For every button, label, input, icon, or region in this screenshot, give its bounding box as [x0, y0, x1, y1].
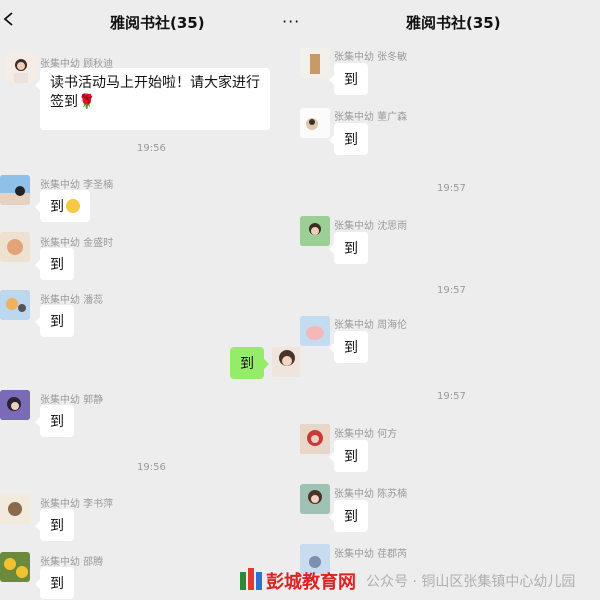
message-text: 到	[50, 257, 64, 273]
sender-name: 张集中幼 李圣楠	[40, 180, 114, 191]
message-bubble[interactable]: 到	[35, 190, 90, 222]
message-text: 签到	[50, 94, 78, 110]
sender-name: 张集中幼 张冬敏	[334, 52, 408, 63]
message-bubble[interactable]: 到	[329, 232, 368, 264]
message-text: 到	[50, 314, 64, 330]
timestamp: 19:57	[437, 285, 466, 296]
avatar[interactable]	[300, 424, 330, 454]
sender-name: 张集中幼 荏郡芮	[334, 549, 408, 560]
timestamp: 19:56	[137, 462, 166, 473]
timestamp: 19:56	[137, 143, 166, 154]
message-bubble[interactable]: 到	[329, 63, 368, 95]
message-bubble[interactable]: 到	[329, 440, 368, 472]
avatar[interactable]	[300, 108, 330, 138]
self-message-bubble[interactable]: 到	[230, 347, 269, 379]
more-dots-icon[interactable]: ···	[282, 12, 300, 31]
message-bubble[interactable]: 到	[329, 331, 368, 363]
message-text: 到	[240, 356, 254, 372]
avatar[interactable]	[300, 484, 330, 514]
timestamp: 19:57	[437, 391, 466, 402]
chat-header: 雅阅书社(35)	[300, 0, 600, 44]
avatar[interactable]	[0, 290, 30, 320]
message-text: 到	[344, 132, 358, 148]
right-chat-panel: 雅阅书社(35) 张集中幼 张冬敏 到 张集中幼 董广森 到 19:57 张集中…	[300, 0, 600, 600]
message-bubble[interactable]: 到	[329, 123, 368, 155]
watermark: 彭城教育网 公众号 · 铜山区张集镇中心幼儿园	[240, 562, 575, 600]
avatar[interactable]	[0, 175, 30, 205]
message-bubble[interactable]: 到	[35, 305, 74, 337]
message-text: 到	[50, 576, 64, 592]
message-bubble[interactable]: 到	[35, 567, 74, 599]
sender-name: 张集中幼 潘蕊	[40, 295, 104, 306]
watermark-text: 公众号 · 铜山区张集镇中心幼儿园	[366, 574, 576, 590]
avatar[interactable]	[0, 552, 30, 582]
avatar[interactable]	[300, 316, 330, 346]
chat-title: 雅阅书社(35)	[110, 14, 205, 32]
left-chat-panel: 雅阅书社(35) ··· 张集中幼 顾秋迪 读书活动马上开始啦！请大家进行 签到…	[0, 0, 300, 600]
message-bubble[interactable]: 到	[35, 405, 74, 437]
avatar[interactable]	[6, 53, 36, 83]
message-text: 到	[344, 72, 358, 88]
message-bubble[interactable]: 读书活动马上开始啦！请大家进行 签到🌹	[35, 68, 270, 130]
message-text: 到	[50, 518, 64, 534]
avatar[interactable]	[0, 390, 30, 420]
sender-name: 张集中幼 李书萍	[40, 499, 114, 510]
message-text: 读书活动马上开始啦！请大家进行	[50, 75, 260, 91]
chat-title: 雅阅书社(35)	[406, 14, 501, 32]
timestamp: 19:57	[437, 183, 466, 194]
message-bubble[interactable]: 到	[35, 248, 74, 280]
book-logo-icon	[240, 568, 262, 590]
watermark-logo-text: 彭城教育网	[266, 572, 356, 593]
message-bubble[interactable]: 到	[35, 509, 74, 541]
sender-name: 张集中幼 郭静	[40, 395, 104, 406]
self-avatar[interactable]	[272, 347, 300, 377]
avatar[interactable]	[300, 216, 330, 246]
sender-name: 张集中幼 邵腾	[40, 557, 104, 568]
avatar[interactable]	[300, 48, 330, 78]
message-text: 到	[344, 509, 358, 525]
sender-name: 张集中幼 沈思雨	[334, 221, 408, 232]
avatar[interactable]	[0, 494, 30, 524]
back-arrow-icon[interactable]	[2, 12, 16, 26]
avatar[interactable]	[0, 232, 30, 262]
message-text: 到	[50, 414, 64, 430]
message-text: 到	[344, 241, 358, 257]
chat-header: 雅阅书社(35) ···	[0, 0, 300, 44]
message-text: 到	[344, 340, 358, 356]
smile-emoji-icon	[66, 199, 80, 213]
message-text: 到	[50, 199, 64, 215]
message-bubble[interactable]: 到	[329, 500, 368, 532]
message-text: 到	[344, 449, 358, 465]
sender-name: 张集中幼 陈苏楠	[334, 489, 408, 500]
sender-name: 张集中幼 金盛时	[40, 238, 114, 249]
rose-emoji-icon: 🌹	[78, 94, 96, 110]
sender-name: 张集中幼 何方	[334, 429, 398, 440]
sender-name: 张集中幼 周海伦	[334, 320, 408, 331]
sender-name: 张集中幼 董广森	[334, 112, 408, 123]
